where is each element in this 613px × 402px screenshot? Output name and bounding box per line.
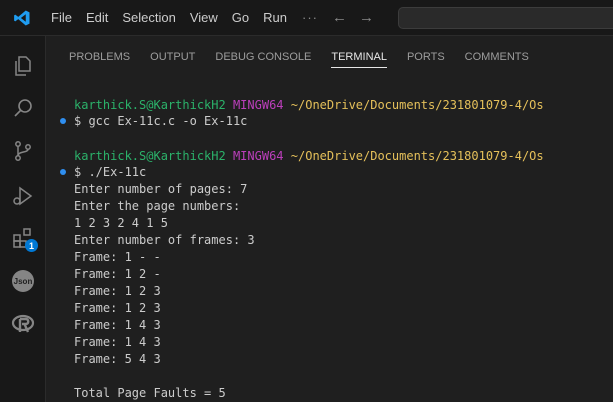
terminal-command: $ ./Ex-11c — [74, 165, 147, 179]
terminal-output-line: Enter number of pages: 7 — [74, 182, 248, 196]
bottom-panel: PROBLEMS OUTPUT DEBUG CONSOLE TERMINAL P… — [47, 36, 613, 402]
panel-tabs: PROBLEMS OUTPUT DEBUG CONSOLE TERMINAL P… — [47, 36, 613, 78]
prompt-path: ~/OneDrive/Documents/231801079-4/Os — [290, 149, 544, 163]
menu-bar: File Edit Selection View Go Run ··· ← → — [44, 0, 380, 36]
explorer-icon[interactable] — [0, 46, 46, 86]
menu-view[interactable]: View — [183, 0, 225, 36]
command-decoration-icon[interactable] — [60, 118, 66, 124]
tab-debug-console[interactable]: DEBUG CONSOLE — [215, 36, 311, 78]
json-icon[interactable]: Json — [0, 261, 46, 301]
prompt-host: MINGW64 — [232, 98, 284, 112]
run-debug-icon[interactable] — [0, 176, 46, 216]
terminal-command: $ gcc Ex-11c.c -o Ex-11c — [74, 114, 248, 128]
terminal-output-line: Frame: 1 4 3 — [74, 318, 161, 332]
terminal-output-line: Frame: 1 2 3 — [74, 284, 161, 298]
tab-comments[interactable]: COMMENTS — [465, 36, 529, 78]
terminal-output-line: Enter the page numbers: — [74, 199, 241, 213]
menu-edit[interactable]: Edit — [79, 0, 115, 36]
r-icon[interactable] — [0, 304, 46, 344]
terminal-output[interactable]: karthick.S@KarthickH2 MINGW64 ~/OneDrive… — [47, 94, 613, 402]
menu-selection[interactable]: Selection — [115, 0, 182, 36]
menu-file[interactable]: File — [44, 0, 79, 36]
menu-run[interactable]: Run — [256, 0, 294, 36]
json-label: Json — [12, 270, 34, 292]
command-center-search[interactable] — [398, 7, 613, 29]
tab-problems[interactable]: PROBLEMS — [69, 36, 130, 78]
terminal-output-line: Frame: 1 2 3 — [74, 301, 161, 315]
tab-terminal[interactable]: TERMINAL — [331, 36, 387, 78]
tab-output[interactable]: OUTPUT — [150, 36, 195, 78]
title-bar: File Edit Selection View Go Run ··· ← → — [0, 0, 613, 36]
prompt-user: karthick.S@KarthickH2 — [74, 98, 226, 112]
prompt-path: ~/OneDrive/Documents/231801079-4/Os — [290, 98, 544, 112]
terminal-summary-line: Total Page Faults = 5 — [74, 386, 226, 400]
prompt-host: MINGW64 — [232, 149, 284, 163]
terminal-output-line: Frame: 1 4 3 — [74, 335, 161, 349]
back-arrow-icon[interactable]: ← — [326, 9, 353, 26]
terminal-output-line: Frame: 5 4 3 — [74, 352, 161, 366]
terminal-output-line: Frame: 1 - - — [74, 250, 161, 264]
source-control-icon[interactable] — [0, 131, 46, 171]
terminal-output-line: Enter number of frames: 3 — [74, 233, 255, 247]
forward-arrow-icon[interactable]: → — [353, 9, 380, 26]
prompt-user: karthick.S@KarthickH2 — [74, 149, 226, 163]
terminal-output-line: Frame: 1 2 - — [74, 267, 161, 281]
extensions-icon[interactable]: 1 — [0, 218, 46, 258]
extensions-badge: 1 — [25, 239, 38, 252]
activity-bar: 1 Json — [0, 36, 46, 402]
search-icon[interactable] — [0, 88, 46, 128]
more-menu-button[interactable]: ··· — [294, 10, 326, 25]
menu-go[interactable]: Go — [225, 0, 256, 36]
command-decoration-icon[interactable] — [60, 169, 66, 175]
vscode-logo-icon — [0, 0, 44, 36]
tab-ports[interactable]: PORTS — [407, 36, 445, 78]
terminal-output-line: 1 2 3 2 4 1 5 — [74, 216, 168, 230]
